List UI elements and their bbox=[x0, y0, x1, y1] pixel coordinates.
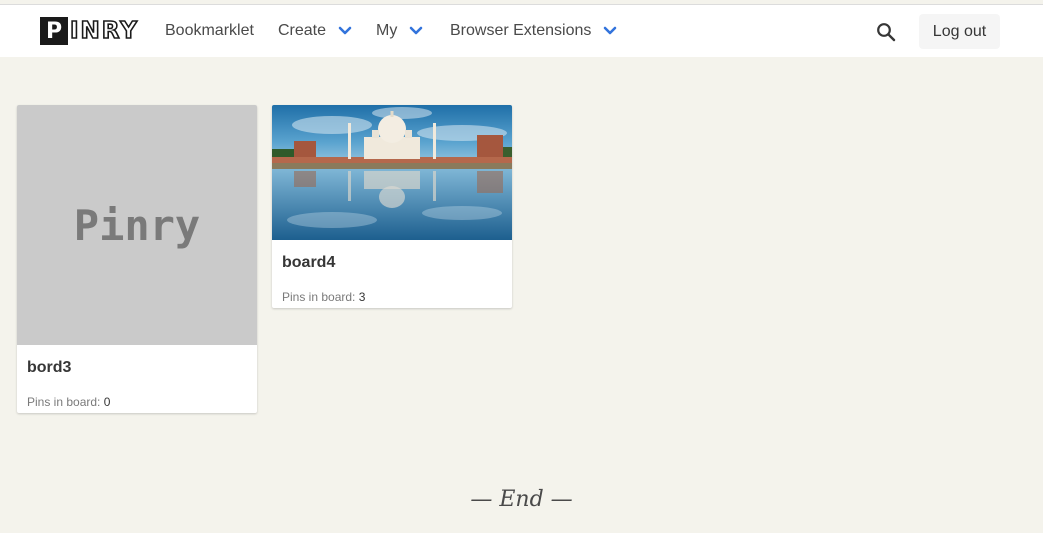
board-card[interactable]: Pinry bord3 Pins in board: 0 bbox=[17, 105, 257, 413]
logout-button[interactable]: Log out bbox=[919, 14, 1000, 49]
search-icon[interactable] bbox=[876, 22, 896, 42]
board-thumbnail-placeholder[interactable]: Pinry bbox=[17, 105, 257, 345]
board-pin-count: Pins in board: 3 bbox=[272, 278, 512, 308]
end-of-list-text: — End — bbox=[470, 487, 573, 512]
board-pin-count: Pins in board: 0 bbox=[17, 383, 257, 413]
nav-bookmarklet-label: Bookmarklet bbox=[165, 22, 254, 39]
nav-my-label: My bbox=[376, 22, 398, 39]
navbar: P INRY Bookmarklet Create My Browser Ext… bbox=[0, 5, 1043, 57]
chevron-down-icon bbox=[338, 26, 352, 35]
pinry-logo[interactable]: P INRY bbox=[40, 17, 139, 45]
taj-mahal-thumbnail[interactable] bbox=[272, 105, 512, 240]
pins-label: Pins in board: bbox=[27, 395, 101, 409]
nav-my-dropdown[interactable]: My bbox=[376, 5, 423, 57]
nav-bookmarklet[interactable]: Bookmarklet bbox=[165, 5, 254, 57]
board-name[interactable]: bord3 bbox=[17, 345, 257, 383]
chevron-down-icon bbox=[604, 26, 617, 35]
logo-mark: P bbox=[40, 17, 68, 45]
logo-wordmark: INRY bbox=[69, 17, 139, 45]
pins-count: 0 bbox=[103, 395, 111, 409]
nav-create-dropdown[interactable]: Create bbox=[278, 5, 352, 57]
pins-label: Pins in board: bbox=[282, 290, 356, 304]
board-name[interactable]: board4 bbox=[272, 240, 512, 278]
chevron-down-icon bbox=[410, 26, 423, 35]
board-card[interactable]: board4 Pins in board: 3 bbox=[272, 105, 512, 308]
nav-browser-extensions-label: Browser Extensions bbox=[450, 22, 592, 39]
placeholder-text: Pinry bbox=[73, 200, 201, 250]
nav-create-label: Create bbox=[278, 22, 327, 39]
nav-browser-extensions-dropdown[interactable]: Browser Extensions bbox=[450, 5, 617, 57]
pins-count: 3 bbox=[358, 290, 366, 304]
